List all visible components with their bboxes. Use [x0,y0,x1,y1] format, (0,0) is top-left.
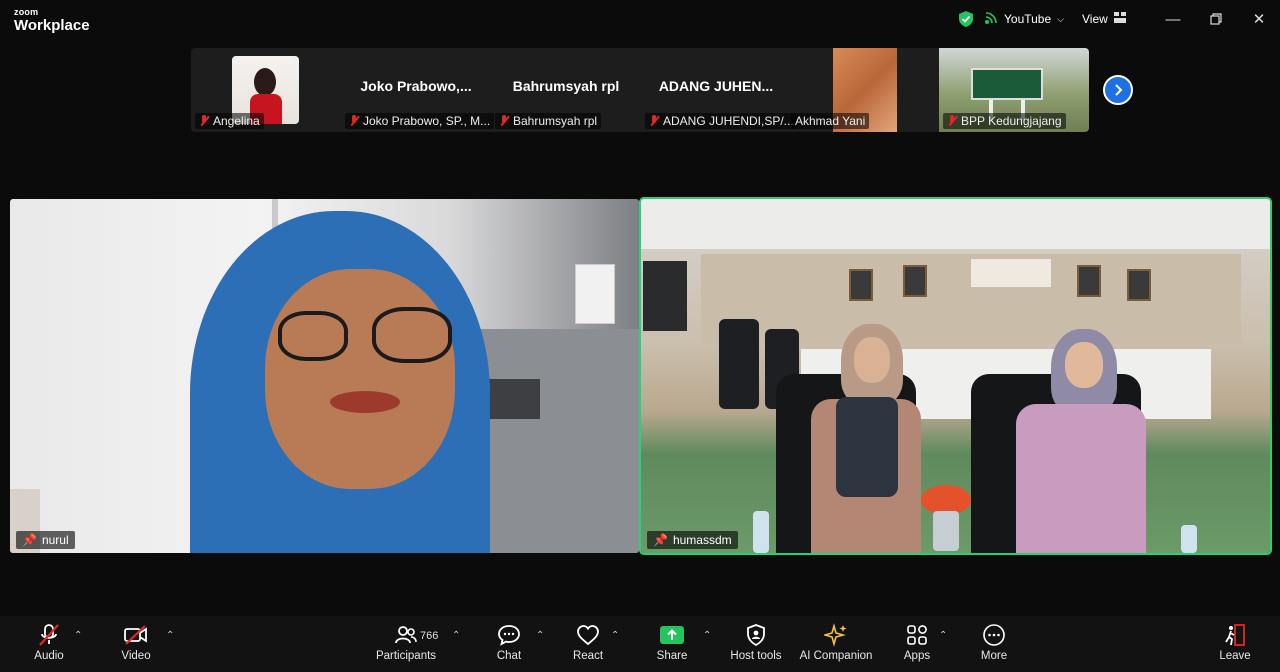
chat-options-caret[interactable]: ⌃ [536,630,544,641]
video-feed [10,199,639,553]
youtube-stream-indicator[interactable]: YouTube ⌵ [984,9,1064,29]
grid-icon [1113,12,1126,26]
participant-caption: Bahrumsyah rpl [495,113,602,129]
chevron-right-icon [1115,84,1123,96]
camera-off-icon [96,620,176,650]
participants-button[interactable]: Participants [366,620,446,668]
participant-tile[interactable]: Bahrumsyah rpl Bahrumsyah rpl [491,48,641,132]
video-name-label: 📌 humassdm [647,531,738,549]
participants-options-caret[interactable]: ⌃ [452,630,460,641]
view-button[interactable]: View [1082,9,1126,29]
sparkle-icon [796,620,876,650]
video-tile-humassdm[interactable]: 📌 humassdm [639,197,1272,555]
participant-caption: ADANG JUHENDI,SP/... [645,113,798,129]
more-icon [954,620,1034,650]
share-button[interactable]: Share [632,620,712,668]
close-window-button[interactable]: ✕ [1248,8,1270,30]
pin-icon: 📌 [653,533,668,547]
mic-muted-icon [349,115,359,127]
participant-display-name: Joko Prabowo,... [360,78,472,94]
youtube-label: YouTube [1004,12,1052,26]
mic-muted-icon [947,115,957,127]
leave-button[interactable]: Leave [1195,620,1275,668]
mic-muted-icon [499,115,509,127]
participant-caption: Akhmad Yani [791,113,870,129]
share-options-caret[interactable]: ⌃ [703,630,711,641]
brand-small: zoom [14,7,39,17]
participant-tile[interactable]: BPP Kedungjajang [939,48,1089,132]
audio-options-caret[interactable]: ⌃ [74,630,82,641]
video-button[interactable]: Video [96,620,176,668]
participant-caption: Angelina [195,113,264,129]
next-page-button[interactable] [1103,75,1133,105]
brand-title: Workplace [14,17,90,34]
react-options-caret[interactable]: ⌃ [611,630,619,641]
mic-muted-icon [649,115,659,127]
participant-caption: Joko Prabowo, SP., M... [345,113,495,129]
more-button[interactable]: More [954,620,1034,668]
mic-muted-icon [199,115,209,127]
app-logo: zoom Workplace [14,7,90,34]
react-button[interactable]: React [548,620,628,668]
video-feed [641,199,1270,553]
participant-tile[interactable]: Akhmad Yani [791,48,897,132]
ai-companion-button[interactable]: AI Companion [796,620,876,668]
leave-door-icon [1195,620,1275,650]
pin-icon: 📌 [22,533,37,547]
video-tile-nurul[interactable]: 📌 nurul [10,199,639,553]
participants-count: 766 [420,630,439,642]
apps-options-caret[interactable]: ⌃ [939,630,947,641]
participant-tile[interactable]: Angelina [191,48,341,132]
video-options-caret[interactable]: ⌃ [166,630,174,641]
participant-display-name: Bahrumsyah rpl [512,78,620,94]
participant-tile[interactable]: Joko Prabowo,... Joko Prabowo, SP., M... [341,48,495,132]
live-signal-icon [984,11,998,28]
chat-button[interactable]: Chat [469,620,549,668]
audio-button[interactable]: Audio [9,620,89,668]
title-bar: zoom Workplace YouTube ⌵ View — ✕ [0,0,1280,40]
host-shield-icon [716,620,796,650]
participant-tile[interactable]: ADANG JUHEN... ADANG JUHENDI,SP/... [641,48,798,132]
meeting-toolbar: Audio ⌃ Video ⌃ Participants 766 ⌃ Chat … [0,616,1280,672]
apps-button[interactable]: Apps [877,620,957,668]
participant-caption: BPP Kedungjajang [943,113,1066,129]
share-screen-icon [632,620,712,650]
view-label: View [1082,12,1108,26]
participant-thumbnail-strip: Angelina Joko Prabowo,... Joko Prabowo, … [191,48,1089,132]
restore-window-button[interactable] [1205,8,1227,30]
video-name-label: 📌 nurul [16,531,75,549]
host-tools-button[interactable]: Host tools [716,620,796,668]
chevron-down-icon: ⌵ [1057,13,1064,24]
participant-display-name: ADANG JUHEN... [658,78,774,94]
encryption-shield-icon[interactable] [958,9,974,29]
minimize-window-button[interactable]: — [1162,8,1184,30]
